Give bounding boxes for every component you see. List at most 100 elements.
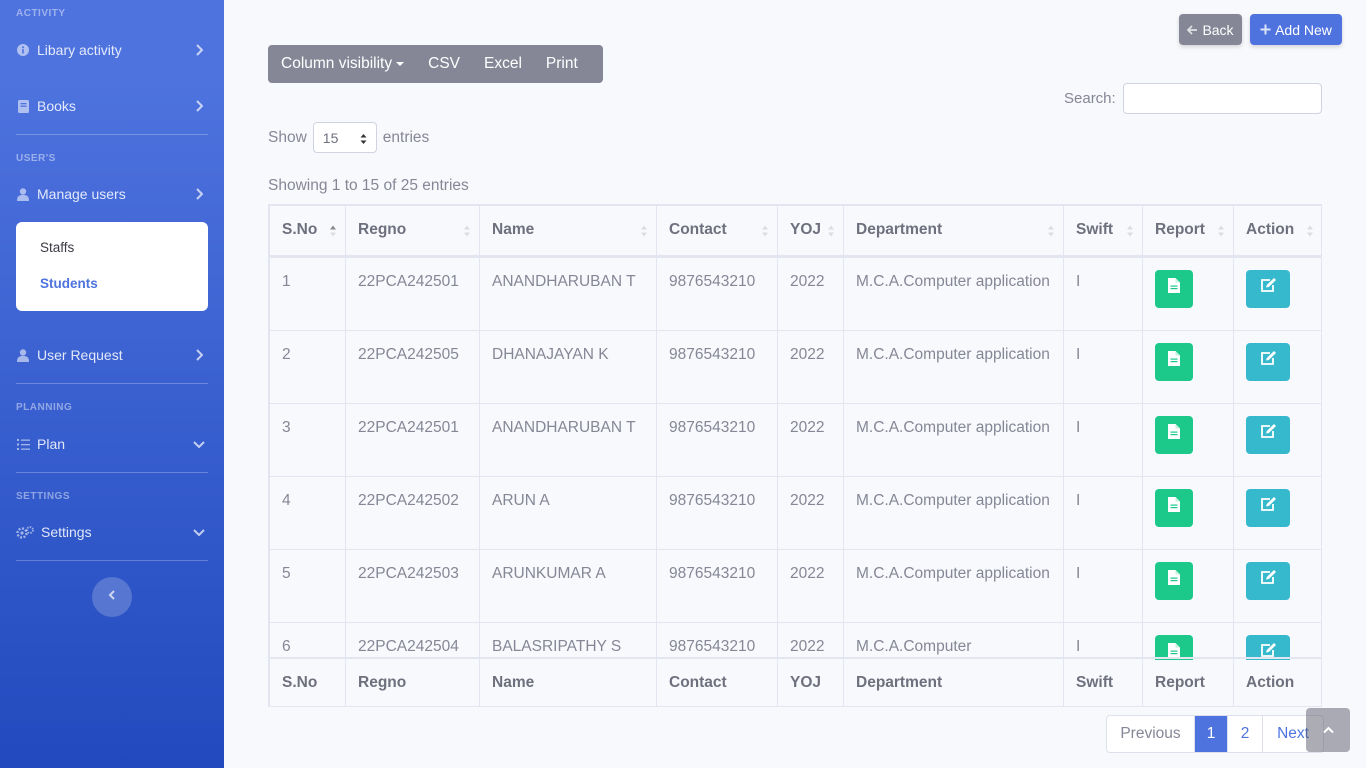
sidebar-item-label: User Request xyxy=(37,347,123,363)
chevron-right-icon xyxy=(192,99,206,113)
back-button[interactable]: Back xyxy=(1179,14,1242,45)
edit-icon xyxy=(1260,277,1277,301)
cogs-icon xyxy=(16,525,34,539)
chevron-right-icon xyxy=(192,187,206,201)
cell-report xyxy=(1142,475,1234,550)
print-button[interactable]: Print xyxy=(534,45,590,83)
cell-sno: 1 xyxy=(269,256,346,331)
pagination: Previous 1 2 Next xyxy=(1106,715,1324,753)
table-row: 1 22PCA242501 ANANDHARUBAN T 9876543210 2022… xyxy=(269,256,1321,331)
file-icon xyxy=(1168,423,1180,447)
cell-swift: I xyxy=(1063,548,1143,623)
sidebar-item-user-request[interactable]: User Request xyxy=(0,337,224,373)
sidebar-heading-settings: SETTINGS xyxy=(16,491,71,502)
caret-down-icon xyxy=(396,62,405,66)
edit-button[interactable] xyxy=(1246,415,1290,454)
cell-yoj: 2022 xyxy=(777,402,844,477)
submenu-item-staffs[interactable]: Staffs xyxy=(16,230,208,266)
cell-regno: 22PCA242505 xyxy=(345,329,480,404)
edit-button[interactable] xyxy=(1246,342,1290,381)
excel-button[interactable]: Excel xyxy=(472,45,534,83)
add-new-label: Add New xyxy=(1275,21,1332,38)
sort-icon xyxy=(640,224,648,238)
sort-arrows-icon xyxy=(360,132,367,148)
file-icon xyxy=(1168,496,1180,520)
footer-yoj: YOJ xyxy=(777,657,844,706)
edit-button[interactable] xyxy=(1246,634,1290,660)
sidebar-item-settings[interactable]: Settings xyxy=(0,514,224,550)
length-control: Show 15 entries xyxy=(268,122,429,153)
edit-button[interactable] xyxy=(1246,488,1290,527)
footer-swift: Swift xyxy=(1063,657,1143,706)
add-new-button[interactable]: Add New xyxy=(1250,14,1342,45)
sidebar-toggle-button[interactable] xyxy=(92,577,132,617)
cell-contact: 9876543210 xyxy=(656,256,778,331)
column-header-action[interactable]: Action xyxy=(1233,205,1321,257)
search-label: Search: xyxy=(1064,90,1116,107)
column-header-yoj[interactable]: YOJ xyxy=(777,205,844,257)
report-button[interactable] xyxy=(1155,415,1193,454)
column-header-sno[interactable]: S.No xyxy=(269,205,346,257)
report-button[interactable] xyxy=(1155,342,1193,381)
footer-report: Report xyxy=(1142,657,1234,706)
table-body: 1 22PCA242501 ANANDHARUBAN T 9876543210 2022… xyxy=(269,256,1321,660)
pagination-page-2[interactable]: 2 xyxy=(1228,716,1263,752)
column-header-department[interactable]: Department xyxy=(843,205,1064,257)
table-body-scroll[interactable]: 1 22PCA242501 ANANDHARUBAN T 9876543210 2022… xyxy=(269,256,1321,660)
footer-name: Name xyxy=(479,657,657,706)
scroll-to-top-button[interactable] xyxy=(1306,708,1350,752)
sidebar-item-label: Libary activity xyxy=(37,42,122,58)
sort-icon xyxy=(761,224,769,238)
cell-report xyxy=(1142,548,1234,623)
cell-regno: 22PCA242501 xyxy=(345,402,480,477)
sidebar-item-manage-users[interactable]: Manage users xyxy=(0,176,224,212)
cell-swift: I xyxy=(1063,256,1143,331)
csv-button[interactable]: CSV xyxy=(416,45,472,83)
sidebar-item-plan[interactable]: Plan xyxy=(0,426,224,462)
pagination-previous[interactable]: Previous xyxy=(1107,716,1195,752)
entries-select[interactable]: 15 xyxy=(312,122,377,153)
submenu-item-students[interactable]: Students xyxy=(16,266,208,302)
cell-sno: 5 xyxy=(269,548,346,623)
edit-button[interactable] xyxy=(1246,561,1290,600)
cell-report xyxy=(1142,621,1234,660)
sidebar-item-books[interactable]: Books xyxy=(0,88,224,124)
cell-report xyxy=(1142,329,1234,404)
sort-asc-icon xyxy=(329,224,337,238)
column-header-regno[interactable]: Regno xyxy=(345,205,480,257)
chevron-right-icon xyxy=(192,43,206,57)
footer-action: Action xyxy=(1233,657,1321,706)
table-row: 6 22PCA242504 BALASRIPATHY S 9876543210 2022… xyxy=(269,621,1321,660)
search-input[interactable] xyxy=(1122,83,1322,114)
footer-regno: Regno xyxy=(345,657,480,706)
column-header-contact[interactable]: Contact xyxy=(656,205,778,257)
report-button[interactable] xyxy=(1155,488,1193,527)
cell-action xyxy=(1233,329,1321,404)
column-header-report[interactable]: Report xyxy=(1142,205,1234,257)
cell-sno: 2 xyxy=(269,329,346,404)
cell-yoj: 2022 xyxy=(777,548,844,623)
cell-contact: 9876543210 xyxy=(656,621,778,660)
table-row: 2 22PCA242505 DHANAJAYAN K 9876543210 2022 M.… xyxy=(269,329,1321,404)
column-header-name[interactable]: Name xyxy=(479,205,657,257)
cell-yoj: 2022 xyxy=(777,329,844,404)
cell-department: M.C.A.Computer xyxy=(843,621,1064,660)
cell-department: M.C.A.Computer application xyxy=(843,475,1064,550)
column-header-swift[interactable]: Swift xyxy=(1063,205,1143,257)
sidebar-item-library-activity[interactable]: Libary activity xyxy=(0,32,224,68)
sidebar-divider xyxy=(16,383,208,384)
edit-button[interactable] xyxy=(1246,269,1290,308)
table-row: 4 22PCA242502 ARUN A 9876543210 2022 M.C.A.Co… xyxy=(269,475,1321,550)
column-header-label: Department xyxy=(856,221,943,239)
cell-action xyxy=(1233,256,1321,331)
table-footer-row: S.No Regno Name Contact YOJ Department S… xyxy=(269,657,1321,706)
book-icon xyxy=(16,99,30,113)
report-button[interactable] xyxy=(1155,269,1193,308)
pagination-page-1[interactable]: 1 xyxy=(1195,716,1228,752)
report-button[interactable] xyxy=(1155,561,1193,600)
column-visibility-button[interactable]: Column visibility xyxy=(268,45,416,83)
report-button[interactable] xyxy=(1155,634,1193,660)
column-header-label: YOJ xyxy=(790,221,822,239)
sort-icon xyxy=(463,224,471,238)
cell-contact: 9876543210 xyxy=(656,329,778,404)
